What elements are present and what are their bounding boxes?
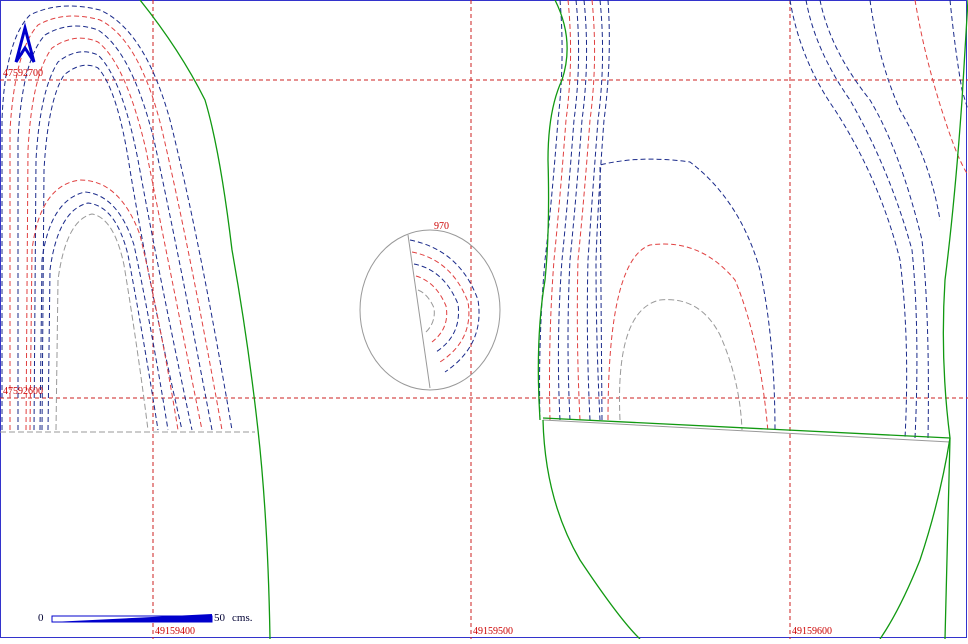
- map-border: [0, 0, 967, 638]
- northing-label-2: 47592600: [3, 386, 43, 397]
- easting-label-1: 49159400: [155, 626, 195, 637]
- map-view[interactable]: 970 47592700 47592600 49159400 49159500: [0, 0, 968, 640]
- easting-label-2: 49159500: [473, 626, 513, 637]
- scale-start-label: 0: [38, 612, 44, 624]
- scale-unit-label: cms.: [232, 612, 253, 624]
- easting-label-3: 49159600: [792, 626, 832, 637]
- map-canvas[interactable]: 970 47592700 47592600 49159400 49159500: [0, 0, 968, 640]
- scale-end-label: 50: [214, 612, 226, 624]
- northing-label-1: 47592700: [3, 68, 43, 79]
- contour-elevation-label: 970: [434, 221, 449, 232]
